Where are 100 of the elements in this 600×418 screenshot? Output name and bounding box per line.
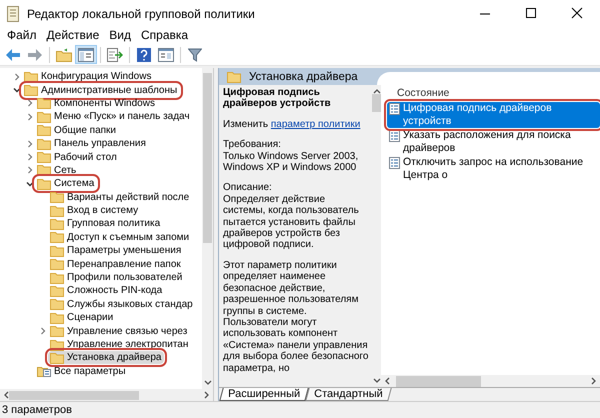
policy-setting-icon <box>389 103 400 115</box>
tree-item[interactable]: Панель управления <box>35 137 149 150</box>
tree-item[interactable]: Установка драйвера <box>48 351 164 364</box>
folder-icon <box>50 191 64 204</box>
scroll-down-icon[interactable] <box>204 380 212 386</box>
description-section: Требования: Только Windows Server 2003, Windows XP и Windows 2000 <box>223 139 369 174</box>
expand-chevron-icon[interactable] <box>26 99 34 108</box>
policy-setting-item[interactable]: Цифровая подпись драйверов устройств <box>387 102 600 128</box>
tree-item[interactable]: Сеть <box>35 164 80 177</box>
scroll-right-icon[interactable] <box>204 391 210 399</box>
scroll-left-icon[interactable] <box>384 377 390 385</box>
folder-icon <box>50 231 64 244</box>
export-list-icon <box>107 48 123 62</box>
collapse-chevron-icon[interactable] <box>13 86 21 94</box>
menu-item[interactable]: Вид <box>104 28 136 42</box>
scrollbar-thumb[interactable] <box>372 94 381 112</box>
settings-list-icon <box>37 365 51 378</box>
column-header[interactable]: Состояние <box>387 87 600 101</box>
tree-item[interactable]: Рабочий стол <box>35 150 120 164</box>
tree-item[interactable]: Параметры уменьшения <box>48 244 184 258</box>
menu-item[interactable]: Файл <box>2 28 42 42</box>
tree-item[interactable]: Профили пользователей <box>48 271 186 284</box>
folder-icon <box>50 284 64 297</box>
folder-icon <box>37 138 51 150</box>
expand-chevron-icon[interactable] <box>26 112 34 121</box>
folder-icon <box>50 258 64 270</box>
forward-arrow-icon <box>27 48 43 62</box>
folder-icon <box>37 178 51 190</box>
tree-item[interactable]: Административные шаблоны <box>22 84 180 97</box>
view-tab[interactable]: Стандартный <box>305 388 392 401</box>
folder-icon <box>50 352 64 364</box>
folder-icon <box>50 312 64 324</box>
tree-item[interactable]: Управление связью через <box>48 324 190 338</box>
scroll-right-icon[interactable] <box>591 377 597 385</box>
console-view-icon <box>158 48 174 62</box>
folder-icon <box>37 151 51 164</box>
tree-item[interactable]: Общие папки <box>35 124 120 137</box>
folder-icon <box>50 272 64 284</box>
scroll-up-icon[interactable] <box>372 88 380 94</box>
tree-item[interactable]: Службы языковых стандар <box>48 298 196 311</box>
tree-item[interactable]: Компоненты Windows <box>35 96 158 110</box>
folder-icon <box>37 124 51 136</box>
tree-item[interactable]: Система <box>35 177 98 190</box>
expand-chevron-icon[interactable] <box>26 166 34 174</box>
description-text: Этот параметр политики определяет наименее безопасное действие, разрешенное пользователям группы в системе. Пользователи могут использовать компонент «Система» панели управления для выбора более безопасного параметра, но <box>223 260 369 374</box>
tree-item[interactable]: Доступ к съемным запоми <box>48 230 192 244</box>
tree-item[interactable]: Вход в систему <box>48 204 142 218</box>
tree-item[interactable]: Сложность PIN-кода <box>48 284 166 298</box>
menu-item[interactable]: Справка <box>136 28 194 42</box>
folder-icon <box>50 325 64 338</box>
folder-icon <box>227 70 241 82</box>
app-icon <box>6 6 20 22</box>
scroll-left-icon[interactable] <box>3 391 9 399</box>
tree-item[interactable]: Конфигурация Windows <box>22 70 154 84</box>
window-title: Редактор локальной групповой политики <box>27 6 256 20</box>
expand-chevron-icon[interactable] <box>13 72 21 81</box>
status-text: 3 параметров <box>2 404 72 416</box>
policy-setting-icon <box>389 157 400 169</box>
vertical-scrollbar[interactable] <box>202 68 213 389</box>
export-list-button[interactable] <box>104 45 126 64</box>
policy-setting-item[interactable]: Указать расположения для поиска драйверов <box>387 129 600 155</box>
folder-icon <box>24 84 38 96</box>
scrollbar-thumb[interactable] <box>9 390 139 400</box>
tree-item[interactable]: Групповая политика <box>48 217 164 230</box>
edit-policy-text: Изменить параметр политики <box>223 118 362 130</box>
tree-item[interactable]: Все параметры <box>35 364 129 378</box>
scrollbar-thumb[interactable] <box>396 376 481 386</box>
tree-item[interactable]: Управление электропитан <box>48 338 192 351</box>
folder-icon <box>24 70 38 83</box>
folder-icon <box>37 110 51 123</box>
folder-icon <box>50 298 64 310</box>
tree-item[interactable]: Меню «Пуск» и панель задач <box>35 110 193 124</box>
horizontal-scrollbar[interactable] <box>381 375 600 387</box>
expand-chevron-icon[interactable] <box>26 153 34 162</box>
folder-icon <box>50 244 64 257</box>
scrollbar-thumb[interactable] <box>203 73 212 243</box>
filter-icon <box>188 48 202 62</box>
policy-setting-icon <box>389 130 400 142</box>
view-tab[interactable]: Расширенный <box>219 388 309 401</box>
horizontal-scrollbar[interactable] <box>0 389 213 401</box>
folder-icon <box>50 204 64 217</box>
folder-icon <box>37 97 51 110</box>
pane-title: Установка драйвера <box>249 70 358 82</box>
expand-chevron-icon[interactable] <box>39 327 47 336</box>
tree-item[interactable]: Сценарии <box>48 311 116 324</box>
menu-item[interactable]: Действие <box>42 28 104 42</box>
tree-item[interactable]: Перенаправление папок <box>48 258 184 271</box>
back-arrow-icon <box>5 48 21 62</box>
folder-icon <box>50 218 64 230</box>
console-view-button[interactable] <box>155 45 177 64</box>
policy-setting-item[interactable]: Отключить запрос на использование Центра о <box>387 156 600 182</box>
tree-pane-icon <box>78 48 94 62</box>
expand-chevron-icon[interactable] <box>26 140 34 148</box>
folder-up-icon <box>56 48 72 62</box>
scroll-down-icon[interactable] <box>372 378 380 384</box>
tree-item[interactable]: Варианты действий после <box>48 190 192 204</box>
collapse-chevron-icon[interactable] <box>26 180 34 188</box>
tree-pane-button[interactable] <box>75 45 97 64</box>
description-section: Описание: Определяет действие системы, когда пользователь пытается установить файлы драйверов устройств без цифровой подписи. <box>223 182 369 251</box>
edit-policy-link[interactable]: параметр политики <box>270 118 360 130</box>
